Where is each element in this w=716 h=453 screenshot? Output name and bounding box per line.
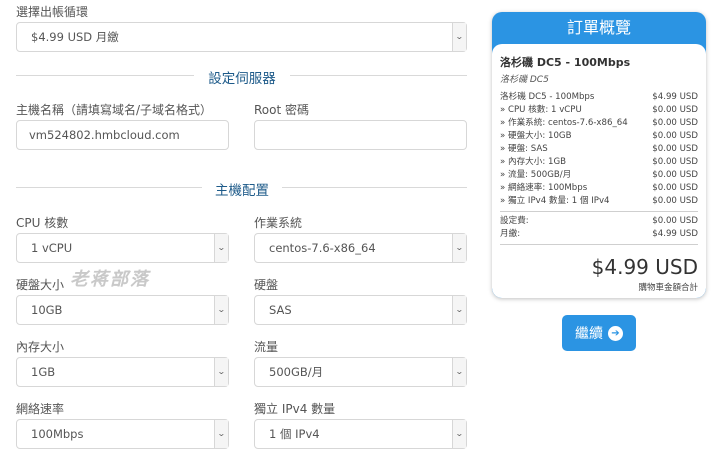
network-label: 網絡速率 bbox=[16, 402, 65, 416]
ram-value: 1GB bbox=[31, 365, 56, 379]
summary-line-label: » 內存大小: 1GB bbox=[500, 157, 567, 167]
summary-line: » CPU 核數: 1 vCPU $0.00 USD bbox=[500, 104, 698, 117]
disk-size-select[interactable]: 10GB ⌄ bbox=[16, 295, 229, 325]
summary-line-label: » 流量: 500GB/月 bbox=[500, 170, 572, 180]
setup-fee-label: 設定費: bbox=[500, 216, 529, 226]
summary-line: » 獨立 IPv4 數量: 1 個 IPv4 $0.00 USD bbox=[500, 195, 698, 208]
network-select[interactable]: 100Mbps ⌄ bbox=[16, 419, 229, 449]
chevron-down-icon: ⌄ bbox=[214, 234, 228, 262]
summary-line-price: $4.99 USD bbox=[652, 92, 698, 102]
divider bbox=[500, 244, 698, 245]
disk-type-label: 硬盤 bbox=[254, 278, 279, 292]
os-label: 作業系統 bbox=[254, 216, 303, 230]
chevron-down-icon: ⌄ bbox=[452, 234, 466, 262]
billing-cycle-select[interactable]: $4.99 USD 月繳 ⌄ bbox=[16, 22, 467, 52]
summary-line: » 內存大小: 1GB $0.00 USD bbox=[500, 156, 698, 169]
os-select[interactable]: centos-7.6-x86_64 ⌄ bbox=[254, 233, 467, 263]
divider bbox=[500, 211, 698, 212]
summary-line-price: $0.00 USD bbox=[652, 196, 698, 206]
traffic-value: 500GB/月 bbox=[269, 365, 324, 379]
billing-cycle-value: $4.99 USD 月繳 bbox=[31, 30, 119, 44]
host-config-section-title: 主機配置 bbox=[215, 183, 269, 199]
chevron-down-icon: ⌄ bbox=[452, 296, 466, 324]
summary-line: » 流量: 500GB/月 $0.00 USD bbox=[500, 169, 698, 182]
watermark-logo: 老蒋部落 bbox=[70, 269, 150, 290]
ipv4-value: 1 個 IPv4 bbox=[269, 427, 320, 441]
cpu-select[interactable]: 1 vCPU ⌄ bbox=[16, 233, 229, 263]
summary-line: » 作業系統: centos-7.6-x86_64 $0.00 USD bbox=[500, 117, 698, 130]
divider bbox=[16, 187, 202, 188]
ram-label: 內存大小 bbox=[16, 340, 65, 354]
order-summary-title: 訂單概覽 bbox=[566, 18, 631, 37]
order-summary: 訂單概覽 洛杉磯 DC5 - 100Mbps 洛杉磯 DC5 洛杉磯 DC5 -… bbox=[492, 12, 706, 298]
hostname-input[interactable]: vm524802.hmbcloud.com bbox=[16, 120, 229, 150]
monthly-fee-price: $4.99 USD bbox=[652, 229, 698, 239]
summary-line-price: $0.00 USD bbox=[652, 118, 698, 128]
cpu-value: 1 vCPU bbox=[31, 241, 73, 255]
setup-fee-line: 設定費: $0.00 USD bbox=[500, 215, 698, 228]
product-group: 洛杉磯 DC5 bbox=[500, 75, 549, 85]
traffic-select[interactable]: 500GB/月 ⌄ bbox=[254, 357, 467, 387]
monthly-fee-label: 月繳: bbox=[500, 229, 521, 239]
ipv4-label: 獨立 IPv4 數量 bbox=[254, 402, 336, 416]
setup-fee-price: $0.00 USD bbox=[652, 216, 698, 226]
network-value: 100Mbps bbox=[31, 427, 84, 441]
monthly-fee-line: 月繳: $4.99 USD bbox=[500, 228, 698, 241]
summary-line-price: $0.00 USD bbox=[652, 157, 698, 167]
summary-line-price: $0.00 USD bbox=[652, 131, 698, 141]
summary-line-price: $0.00 USD bbox=[652, 144, 698, 154]
cart-total-amount: $4.99 USD bbox=[591, 255, 698, 279]
traffic-label: 流量 bbox=[254, 340, 279, 354]
chevron-down-icon: ⌄ bbox=[214, 296, 228, 324]
arrow-circle-right-icon: ➔ bbox=[608, 325, 623, 341]
summary-line-label: » 獨立 IPv4 數量: 1 個 IPv4 bbox=[500, 196, 610, 206]
summary-lines: 洛杉磯 DC5 - 100Mbps $4.99 USD » CPU 核數: 1 v… bbox=[500, 91, 698, 208]
os-value: centos-7.6-x86_64 bbox=[269, 241, 376, 255]
root-password-label: Root 密碼 bbox=[254, 103, 310, 117]
summary-line-price: $0.00 USD bbox=[652, 105, 698, 115]
summary-line: » 硬盤大小: 10GB $0.00 USD bbox=[500, 130, 698, 143]
chevron-down-icon: ⌄ bbox=[214, 420, 228, 448]
summary-line-label: » 作業系統: centos-7.6-x86_64 bbox=[500, 118, 628, 128]
summary-line-label: » CPU 核數: 1 vCPU bbox=[500, 105, 582, 115]
continue-button-label: 繼續 bbox=[575, 326, 603, 342]
billing-cycle-label: 選擇出帳循環 bbox=[16, 5, 89, 19]
chevron-down-icon: ⌄ bbox=[452, 23, 466, 51]
divider bbox=[290, 75, 467, 76]
ram-select[interactable]: 1GB ⌄ bbox=[16, 357, 229, 387]
chevron-down-icon: ⌄ bbox=[452, 420, 466, 448]
divider bbox=[16, 75, 194, 76]
hostname-value: vm524802.hmbcloud.com bbox=[29, 128, 180, 142]
hostname-label: 主機名稱（請填寫域名/子域名格式） bbox=[16, 103, 213, 117]
summary-line: » 硬盤: SAS $0.00 USD bbox=[500, 143, 698, 156]
cpu-label: CPU 核數 bbox=[16, 216, 69, 230]
cart-total-label: 購物車金額合計 bbox=[638, 283, 698, 293]
order-summary-body: 洛杉磯 DC5 - 100Mbps 洛杉磯 DC5 洛杉磯 DC5 - 100M… bbox=[492, 44, 706, 298]
product-name: 洛杉磯 DC5 - 100Mbps bbox=[500, 56, 631, 69]
summary-line-label: » 網絡速率: 100Mbps bbox=[500, 183, 588, 193]
disk-size-value: 10GB bbox=[31, 303, 63, 317]
summary-line-price: $0.00 USD bbox=[652, 170, 698, 180]
summary-line-label: 洛杉磯 DC5 - 100Mbps bbox=[500, 92, 595, 102]
chevron-down-icon: ⌄ bbox=[214, 358, 228, 386]
summary-line-price: $0.00 USD bbox=[652, 183, 698, 193]
ipv4-select[interactable]: 1 個 IPv4 ⌄ bbox=[254, 419, 467, 449]
server-section-title: 設定伺服器 bbox=[208, 71, 276, 87]
disk-type-select[interactable]: SAS ⌄ bbox=[254, 295, 467, 325]
root-password-input[interactable] bbox=[254, 120, 467, 150]
summary-line: » 網絡速率: 100Mbps $0.00 USD bbox=[500, 182, 698, 195]
chevron-down-icon: ⌄ bbox=[452, 358, 466, 386]
divider bbox=[282, 187, 467, 188]
disk-size-label: 硬盤大小 bbox=[16, 278, 65, 292]
summary-line-label: » 硬盤: SAS bbox=[500, 144, 548, 154]
summary-line-label: » 硬盤大小: 10GB bbox=[500, 131, 572, 141]
continue-button[interactable]: 繼續 ➔ bbox=[562, 315, 636, 351]
summary-line: 洛杉磯 DC5 - 100Mbps $4.99 USD bbox=[500, 91, 698, 104]
disk-type-value: SAS bbox=[269, 303, 292, 317]
